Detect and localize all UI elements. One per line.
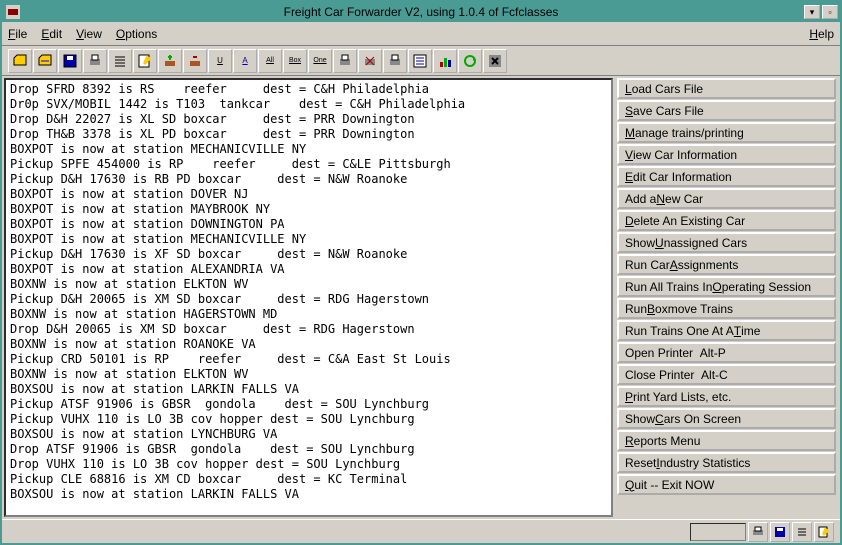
print-yard-button[interactable]: Print Yard Lists, etc. — [617, 386, 836, 407]
menu-edit[interactable]: Edit — [41, 27, 62, 41]
reports-button[interactable]: Reports Menu — [617, 430, 836, 451]
side-panel: Load Cars File Save Cars File Manage tra… — [615, 76, 840, 519]
save-icon[interactable] — [58, 49, 82, 73]
reset-stats-button[interactable]: Reset Industry Statistics — [617, 452, 836, 473]
menu-view[interactable]: View — [76, 27, 102, 41]
menu-help[interactable]: Help — [809, 27, 834, 41]
app-icon — [6, 5, 20, 19]
run-assignments-button[interactable]: Run Car Assignments — [617, 254, 836, 275]
log-text-pane[interactable]: Drop SFRD 8392 is RS reefer dest = C&H P… — [4, 78, 613, 517]
status-print-icon[interactable] — [748, 522, 768, 542]
del-icon[interactable] — [183, 49, 207, 73]
window-title: Freight Car Forwarder V2, using 1.0.4 of… — [284, 5, 559, 19]
print3-icon[interactable] — [383, 49, 407, 73]
statusbar — [2, 519, 840, 543]
run-one-button[interactable]: Run Trains One At A Time — [617, 320, 836, 341]
status-list-icon[interactable] — [792, 522, 812, 542]
show-cars-button[interactable]: Show Cars On Screen — [617, 408, 836, 429]
menu-file[interactable]: File — [8, 27, 27, 41]
view-car-button[interactable]: View Car Information — [617, 144, 836, 165]
status-save-icon[interactable] — [770, 522, 790, 542]
close-print-icon[interactable] — [358, 49, 382, 73]
print-icon[interactable] — [83, 49, 107, 73]
list-icon[interactable] — [108, 49, 132, 73]
delete-car-button[interactable]: Delete An Existing Car — [617, 210, 836, 231]
box-icon[interactable]: Box — [283, 49, 307, 73]
app-window: Freight Car Forwarder V2, using 1.0.4 of… — [0, 0, 842, 545]
add-icon[interactable] — [158, 49, 182, 73]
status-box — [690, 523, 746, 541]
list2-icon[interactable] — [408, 49, 432, 73]
stats-icon[interactable] — [433, 49, 457, 73]
close-printer-button[interactable]: Close Printer Alt-C — [617, 364, 836, 385]
toolbar: U A All Box One — [2, 46, 840, 76]
show-unassigned-button[interactable]: Show Unassigned Cars — [617, 232, 836, 253]
content-area: Drop SFRD 8392 is RS reefer dest = C&H P… — [2, 76, 840, 519]
menubar: File Edit View Options Help — [2, 22, 840, 46]
refresh-icon[interactable] — [458, 49, 482, 73]
quit-button[interactable]: Quit -- Exit NOW — [617, 474, 836, 495]
unasg-icon[interactable]: U — [208, 49, 232, 73]
one-icon[interactable]: One — [308, 49, 332, 73]
open-printer-button[interactable]: Open Printer Alt-P — [617, 342, 836, 363]
manage-trains-button[interactable]: Manage trains/printing — [617, 122, 836, 143]
menu-options[interactable]: Options — [116, 27, 157, 41]
edit-icon[interactable] — [133, 49, 157, 73]
titlebar: Freight Car Forwarder V2, using 1.0.4 of… — [2, 2, 840, 22]
load-cars-button[interactable]: Load Cars File — [617, 78, 836, 99]
asg-icon[interactable]: A — [233, 49, 257, 73]
add-car-button[interactable]: Add a New Car — [617, 188, 836, 209]
all-icon[interactable]: All — [258, 49, 282, 73]
status-edit-icon[interactable] — [814, 522, 834, 542]
edit-car-button[interactable]: Edit Car Information — [617, 166, 836, 187]
close-icon[interactable] — [483, 49, 507, 73]
open-icon[interactable] — [8, 49, 32, 73]
open2-icon[interactable] — [33, 49, 57, 73]
print2-icon[interactable] — [333, 49, 357, 73]
minimize-button[interactable]: ▾ — [804, 5, 820, 19]
save-cars-button[interactable]: Save Cars File — [617, 100, 836, 121]
run-boxmove-button[interactable]: Run Boxmove Trains — [617, 298, 836, 319]
maximize-button[interactable]: ▫ — [822, 5, 838, 19]
run-all-trains-button[interactable]: Run All Trains In Operating Session — [617, 276, 836, 297]
